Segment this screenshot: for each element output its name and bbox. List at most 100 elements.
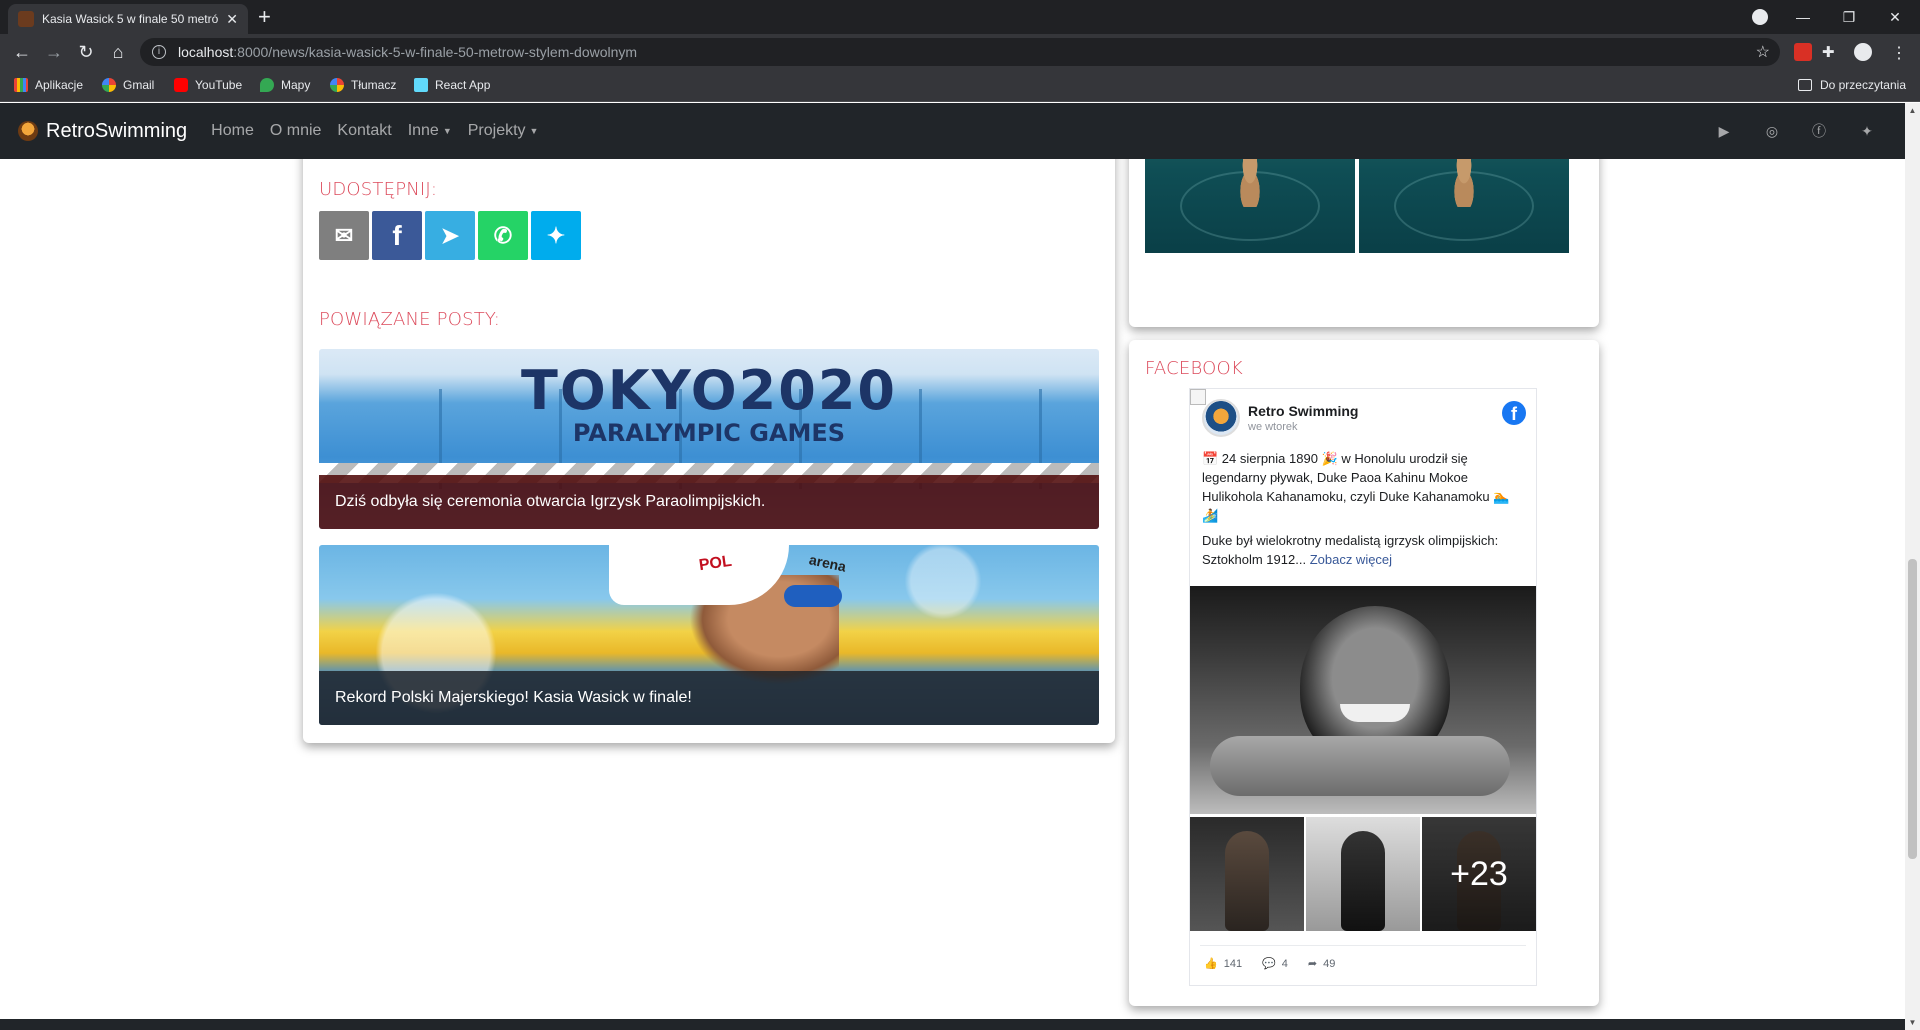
bookmark-apps[interactable]: Aplikacje <box>14 78 83 92</box>
forward-icon[interactable]: → <box>42 40 66 64</box>
fb-post-time[interactable]: we wtorek <box>1248 421 1358 433</box>
site-info-icon[interactable]: i <box>152 45 166 59</box>
url-path: :8000/news/kasia-wasick-5-w-finale-50-me… <box>233 44 638 60</box>
fb-thumb-photo[interactable] <box>1306 817 1420 931</box>
nav-projects-dropdown[interactable]: Projekty ▼ <box>468 122 539 140</box>
related-post-card[interactable]: TOKYO2020 PARALYMPIC GAMES Dziś odbyła s… <box>319 349 1099 529</box>
twitter-icon: ✦ <box>546 222 566 248</box>
bookmark-label: Mapy <box>281 78 311 92</box>
bookmarks-bar: Aplikacje Gmail YouTube Mapy Tłumacz Rea… <box>0 70 1920 102</box>
fb-post-text: 📅 24 sierpnia 1890 🎉 w Honolulu urodził … <box>1202 449 1522 575</box>
related-posts-title: POWIĄZANE POSTY: <box>319 309 500 330</box>
restore-icon[interactable]: ❐ <box>1826 0 1872 34</box>
facebook-icon: f <box>392 219 402 251</box>
tab-title: Kasia Wasick 5 w finale 50 metró <box>42 12 219 26</box>
see-more-link[interactable]: Zobacz więcej <box>1310 552 1392 567</box>
share-twitter-button[interactable]: ✦ <box>531 211 581 260</box>
bookmark-youtube[interactable]: YouTube <box>174 78 242 92</box>
share-title: UDOSTĘPNIJ: <box>319 179 438 200</box>
comment-icon: 💬 <box>1262 958 1276 970</box>
nav-contact[interactable]: Kontakt <box>337 122 391 140</box>
site-navbar: RetroSwimming Home O mnie Kontakt Inne ▼ … <box>0 103 1905 159</box>
facebook-post-embed[interactable]: Retro Swimming we wtorek f 📅 24 sierpnia… <box>1189 388 1537 986</box>
related-post-card[interactable]: POL arena Rekord Polski Majerskiego! Kas… <box>319 545 1099 725</box>
profile-icon[interactable] <box>1854 43 1872 61</box>
nav-other-label: Inne <box>407 122 439 139</box>
extensions-puzzle-icon[interactable]: ✚ <box>1822 43 1840 61</box>
likes-count: 141 <box>1223 958 1243 970</box>
comments-stat[interactable]: 💬 4 <box>1262 957 1288 970</box>
shares-stat[interactable]: ➦ 49 <box>1308 957 1335 970</box>
caret-down-icon: ▼ <box>529 126 539 136</box>
youtube-icon <box>174 78 188 92</box>
reading-list-button[interactable]: Do przeczytania <box>1797 78 1906 92</box>
twitter-icon[interactable]: ✦ <box>1857 121 1877 141</box>
site-brand[interactable]: RetroSwimming <box>18 120 187 143</box>
facebook-icon[interactable]: ⓕ <box>1809 121 1829 141</box>
page-scrollbar[interactable]: ▲ ▼ <box>1905 103 1920 1030</box>
extension-icon[interactable] <box>1794 43 1812 61</box>
tab-search-icon[interactable] <box>1752 9 1768 25</box>
caret-down-icon: ▼ <box>442 126 452 136</box>
fb-page-name[interactable]: Retro Swimming <box>1248 403 1358 419</box>
site-footer <box>0 1019 1905 1030</box>
reading-list-icon <box>1797 79 1812 91</box>
reload-icon[interactable]: ↻ <box>74 40 98 64</box>
share-email-button[interactable]: ✉ <box>319 211 369 260</box>
fb-thumb-photo[interactable] <box>1190 817 1304 931</box>
goggles <box>784 585 842 607</box>
page-viewport: UDOSTĘPNIJ: ✉ f ➤ ✆ ✦ POWIĄZANE POSTY: T… <box>0 103 1920 1030</box>
back-icon[interactable]: ← <box>10 40 34 64</box>
address-bar[interactable]: i localhost :8000/news/kasia-wasick-5-w-… <box>140 38 1780 66</box>
bookmark-label: YouTube <box>195 78 243 92</box>
bookmark-react-app[interactable]: React App <box>414 78 490 92</box>
likes-stat[interactable]: 👍 141 <box>1204 957 1242 970</box>
browser-tab[interactable]: Kasia Wasick 5 w finale 50 metró ✕ <box>8 4 248 34</box>
new-tab-button[interactable]: + <box>258 6 271 28</box>
browser-toolbar: ← → ↻ ⌂ i localhost :8000/news/kasia-was… <box>0 34 1920 70</box>
scroll-up-icon[interactable]: ▲ <box>1908 106 1917 115</box>
bookmark-maps[interactable]: Mapy <box>260 78 310 92</box>
page-avatar[interactable] <box>1202 399 1240 437</box>
post-image-text: TOKYO2020 <box>521 359 897 422</box>
site-logo-icon <box>18 121 38 141</box>
comments-count: 4 <box>1281 958 1288 970</box>
more-photos-count[interactable]: +23 <box>1422 817 1536 931</box>
instagram-icon[interactable]: ◎ <box>1762 121 1782 141</box>
nav-projects-label: Projekty <box>467 122 526 139</box>
scroll-down-icon[interactable]: ▼ <box>1908 1018 1917 1027</box>
url-host: localhost <box>178 44 234 60</box>
browser-tab-strip: Kasia Wasick 5 w finale 50 metró ✕ + — ❐… <box>0 0 1920 34</box>
nav-home[interactable]: Home <box>211 122 254 140</box>
site-favicon <box>18 11 34 27</box>
bookmark-star-icon[interactable]: ☆ <box>1756 42 1770 62</box>
bookmark-translate[interactable]: Tłumacz <box>330 78 396 92</box>
bookmark-gmail[interactable]: Gmail <box>102 78 154 92</box>
reading-list-label: Do przeczytania <box>1819 78 1906 92</box>
scrollbar-thumb[interactable] <box>1908 559 1917 859</box>
share-telegram-button[interactable]: ➤ <box>425 211 475 260</box>
whatsapp-icon: ✆ <box>493 222 513 248</box>
youtube-icon[interactable]: ▶ <box>1714 121 1734 141</box>
menu-kebab-icon[interactable]: ⋮ <box>1890 43 1908 62</box>
google-icon <box>330 78 344 92</box>
fb-post-stats: 👍 141 💬 4 ➦ 49 <box>1204 957 1335 970</box>
home-icon[interactable]: ⌂ <box>106 40 130 64</box>
tab-close-icon[interactable]: ✕ <box>226 11 238 28</box>
facebook-logo-icon[interactable]: f <box>1502 401 1526 425</box>
article-card: UDOSTĘPNIJ: ✉ f ➤ ✆ ✦ POWIĄZANE POSTY: T… <box>303 103 1115 743</box>
close-window-icon[interactable]: ✕ <box>1872 0 1918 34</box>
share-whatsapp-button[interactable]: ✆ <box>478 211 528 260</box>
telegram-icon: ➤ <box>440 222 460 248</box>
nav-other-dropdown[interactable]: Inne ▼ <box>408 122 452 140</box>
bookmark-label: Tłumacz <box>351 78 397 92</box>
fb-main-photo[interactable] <box>1190 586 1536 814</box>
minimize-icon[interactable]: — <box>1780 0 1826 34</box>
post-caption[interactable]: Dziś odbyła się ceremonia otwarcia Igrzy… <box>319 475 1099 529</box>
post-caption[interactable]: Rekord Polski Majerskiego! Kasia Wasick … <box>319 671 1099 725</box>
nav-about[interactable]: O mnie <box>270 122 322 140</box>
facebook-title: FACEBOOK <box>1145 358 1243 379</box>
share-facebook-button[interactable]: f <box>372 211 422 260</box>
share-buttons: ✉ f ➤ ✆ ✦ <box>319 211 581 260</box>
fb-thumb-photo[interactable]: +23 <box>1422 817 1536 931</box>
